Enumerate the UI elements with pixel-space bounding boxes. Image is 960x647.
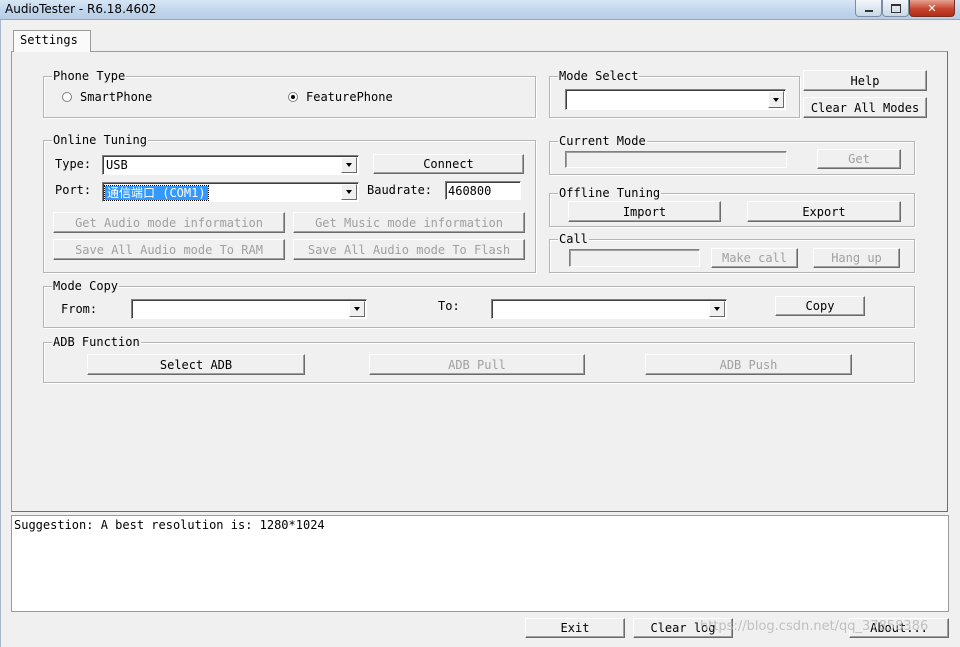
mode-select-legend: Mode Select (558, 69, 640, 83)
type-label: Type: (55, 157, 92, 171)
chevron-down-icon (773, 97, 779, 102)
exit-button[interactable]: Exit (525, 618, 625, 638)
call-legend: Call (558, 232, 589, 246)
baudrate-value: 460800 (448, 184, 492, 198)
export-button[interactable]: Export (747, 201, 901, 222)
port-value: 通信端口 (COM1) (104, 185, 209, 201)
type-dropdown[interactable]: USB (102, 155, 359, 175)
watermark-text: https://blog.csdn.net/qq_37858386 (700, 619, 929, 634)
window-title: AudioTester - R6.18.4602 (5, 2, 157, 16)
tab-label: Settings (20, 33, 78, 47)
current-mode-field (565, 151, 787, 168)
minimize-icon (864, 10, 873, 12)
current-mode-legend: Current Mode (558, 134, 647, 148)
save-ram-button[interactable]: Save All Audio mode To RAM (53, 239, 285, 260)
adb-push-button[interactable]: ADB Push (645, 354, 852, 375)
title-bar[interactable]: AudioTester - R6.18.4602 (0, 0, 960, 20)
get-button[interactable]: Get (817, 149, 901, 169)
mode-select-dropdown[interactable] (565, 89, 786, 110)
copy-from-dropdown[interactable] (131, 299, 367, 319)
chevron-down-icon (714, 307, 720, 311)
tab-settings[interactable]: Settings (13, 30, 91, 52)
select-adb-button[interactable]: Select ADB (87, 354, 305, 375)
baudrate-input[interactable]: 460800 (445, 181, 521, 200)
dropdown-arrow[interactable] (709, 301, 725, 317)
chevron-down-icon (346, 163, 352, 167)
online-tuning-legend: Online Tuning (52, 133, 148, 147)
chevron-down-icon (346, 190, 352, 194)
close-icon: ✕ (927, 1, 937, 15)
maximize-icon (890, 3, 901, 13)
type-value: USB (106, 158, 128, 172)
adb-pull-button[interactable]: ADB Pull (369, 354, 585, 375)
import-button[interactable]: Import (568, 201, 721, 222)
smartphone-label[interactable]: SmartPhone (80, 90, 152, 104)
copy-to-dropdown[interactable] (491, 299, 727, 319)
help-button[interactable]: Help (803, 70, 927, 91)
offline-tuning-legend: Offline Tuning (558, 186, 662, 200)
featurephone-label[interactable]: FeaturePhone (306, 90, 393, 104)
dropdown-arrow[interactable] (341, 157, 357, 173)
from-label: From: (61, 302, 98, 316)
port-label: Port: (55, 183, 92, 197)
make-call-button[interactable]: Make call (711, 248, 798, 268)
phone-type-legend: Phone Type (52, 69, 127, 83)
dropdown-arrow[interactable] (349, 301, 365, 317)
port-dropdown[interactable]: 通信端口 (COM1) (102, 182, 359, 202)
chevron-down-icon (354, 307, 360, 311)
maximize-button[interactable] (882, 0, 909, 17)
close-button[interactable]: ✕ (909, 0, 955, 17)
minimize-button[interactable] (855, 0, 882, 17)
mode-copy-legend: Mode Copy (52, 279, 120, 293)
to-label: To: (438, 299, 460, 313)
get-audio-mode-button[interactable]: Get Audio mode information (53, 212, 285, 233)
smartphone-radio[interactable] (62, 92, 72, 102)
save-flash-button[interactable]: Save All Audio mode To Flash (293, 239, 525, 260)
adb-function-legend: ADB Function (52, 335, 141, 349)
dropdown-arrow[interactable] (341, 184, 357, 200)
get-music-mode-button[interactable]: Get Music mode information (293, 212, 525, 233)
log-textarea[interactable]: Suggestion: A best resolution is: 1280*1… (11, 515, 949, 612)
clear-all-modes-button[interactable]: Clear All Modes (803, 97, 927, 118)
settings-panel (11, 51, 948, 512)
copy-button[interactable]: Copy (775, 296, 865, 316)
baudrate-label: Baudrate: (367, 183, 433, 197)
featurephone-radio[interactable] (288, 92, 298, 102)
hang-up-button[interactable]: Hang up (813, 248, 900, 268)
log-text: Suggestion: A best resolution is: 1280*1… (14, 518, 325, 532)
dropdown-arrow[interactable] (768, 91, 784, 108)
connect-button[interactable]: Connect (373, 154, 524, 174)
call-number-input[interactable] (569, 249, 700, 267)
